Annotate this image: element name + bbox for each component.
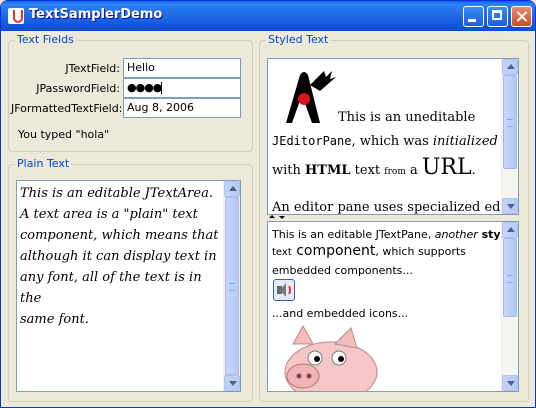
divider-up-arrow-icon[interactable]: [269, 215, 275, 218]
scroll-up-button[interactable]: [224, 181, 240, 197]
editor-text: , which was: [351, 134, 433, 149]
textpane-line-3: embedded components...: [272, 264, 413, 277]
scroll-thumb[interactable]: [503, 238, 517, 317]
jformattedtextfield-input[interactable]: Aug 8, 2006: [123, 98, 241, 118]
scroll-thumb[interactable]: [225, 197, 239, 375]
jformattedtextfield-label: JFormattedTextField:: [11, 102, 123, 115]
typed-status: You typed "hola": [18, 128, 110, 141]
editor-text: .: [471, 163, 476, 178]
minimize-button[interactable]: [463, 6, 484, 27]
scroll-thumb[interactable]: [503, 75, 517, 169]
jtextarea[interactable]: This is an editable JTextArea. A text ar…: [16, 180, 241, 392]
text-line: although it can display text in: [20, 249, 217, 264]
jtextarea-scrollbar[interactable]: [223, 181, 240, 391]
title-bar[interactable]: TextSamplerDemo: [1, 1, 535, 31]
editor-line-3: with HTML text from a URL.: [272, 155, 476, 180]
editor-url-text: URL: [421, 155, 472, 180]
editor-mono-text: JEditorPane: [272, 134, 352, 148]
textpane-line-4: ...and embedded icons...: [272, 307, 409, 320]
styled-text-legend: Styled Text: [266, 33, 331, 46]
textpane-large-text: component: [291, 243, 376, 259]
textpane-line-2: text component, which supports: [272, 243, 466, 259]
close-button[interactable]: [511, 6, 532, 27]
jtextarea-content[interactable]: This is an editable JTextArea. A text ar…: [20, 183, 225, 330]
editor-small-text: from: [384, 167, 406, 177]
duke-mascot-icon: [286, 71, 336, 123]
editor-italic-text: initialized: [432, 134, 498, 149]
maximize-button[interactable]: [487, 6, 508, 27]
editor-bold-text: HTML: [305, 163, 351, 178]
text-line: same font.: [20, 312, 89, 327]
pig-icon: [284, 324, 378, 391]
text-line: any font, all of the text is in the: [20, 270, 202, 306]
editor-text: with: [272, 163, 306, 178]
app-window: TextSamplerDemo Text Fields JTextField: …: [0, 0, 536, 408]
jtextpane[interactable]: This is an editable JTextPane, another s…: [267, 221, 519, 392]
java-icon: [8, 8, 24, 24]
text-line: component, which means that: [20, 228, 219, 243]
jtextfield-input[interactable]: Hello: [123, 58, 241, 78]
sound-button[interactable]: [273, 279, 295, 301]
divider-down-arrow-icon[interactable]: [279, 216, 285, 219]
jtextpane-scrollbar[interactable]: [501, 222, 518, 391]
editor-text: text: [350, 163, 385, 178]
plain-text-legend: Plain Text: [15, 157, 72, 170]
scroll-down-button[interactable]: [502, 375, 518, 391]
jeditorpane[interactable]: This is an uneditable JEditorPane, which…: [267, 58, 519, 215]
scroll-down-button[interactable]: [502, 198, 518, 214]
editor-line-4: An editor pane uses specialized editor: [272, 200, 519, 215]
password-dots: ●●●●: [127, 81, 162, 94]
window-title: TextSamplerDemo: [29, 7, 163, 22]
text-line: A text area is a "plain" text: [20, 207, 198, 222]
textpane-text: , which supports: [375, 245, 466, 258]
text-fields-legend: Text Fields: [15, 33, 76, 46]
text-line: This is an editable JTextArea.: [20, 186, 213, 201]
jpasswordfield-input[interactable]: ●●●●: [123, 78, 241, 98]
scroll-down-button[interactable]: [224, 375, 240, 391]
editor-line-1: This is an uneditable: [338, 110, 476, 125]
scroll-up-button[interactable]: [502, 59, 518, 75]
jpasswordfield-label: JPasswordField:: [36, 82, 120, 95]
jeditorpane-scrollbar[interactable]: [501, 59, 518, 214]
sound-wave-icon: [286, 284, 291, 296]
split-pane-divider[interactable]: [267, 215, 519, 220]
editor-line-2: JEditorPane, which was initialized: [272, 134, 498, 149]
textpane-line-1: This is an editable JTextPane, another s…: [272, 228, 518, 241]
textpane-italic-text: another: [434, 228, 478, 241]
scroll-up-button[interactable]: [502, 222, 518, 238]
jtextfield-label: JTextField:: [65, 62, 120, 75]
editor-text: a: [405, 163, 422, 178]
textpane-small-text: text: [272, 247, 292, 258]
textpane-text: This is an editable JTextPane,: [272, 228, 435, 241]
text-caret: [161, 82, 163, 94]
